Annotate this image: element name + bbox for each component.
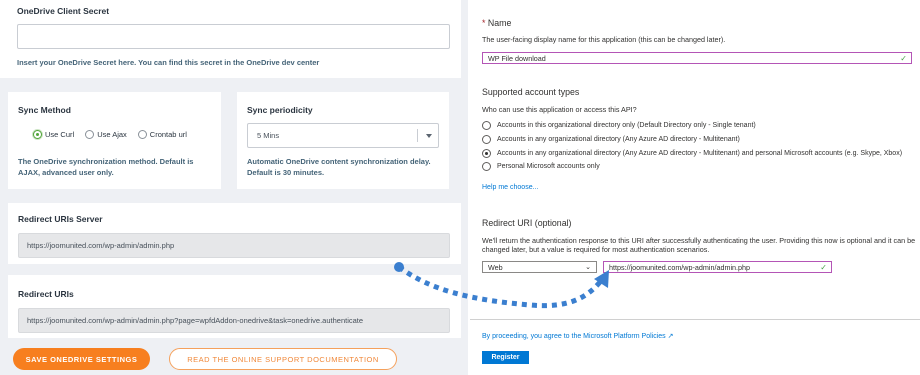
name-description: The user-facing display name for this ap… <box>482 35 726 44</box>
sync-method-option-crontab[interactable]: Crontab url <box>137 130 187 139</box>
sync-method-option-label: Use Ajax <box>97 130 127 139</box>
redirect-uri-heading: Redirect URI (optional) <box>482 218 572 228</box>
account-type-label: Personal Microsoft accounts only <box>497 163 600 170</box>
name-heading: * Name <box>482 18 511 28</box>
radio-empty-icon[interactable] <box>482 121 491 130</box>
sync-method-option-ajax[interactable]: Use Ajax <box>85 130 127 139</box>
platform-policies-text: By proceeding, you agree to the Microsof… <box>482 333 666 340</box>
sync-periodicity-select[interactable]: 5 Mins <box>247 123 439 148</box>
account-types-question: Who can use this application or access t… <box>482 105 637 114</box>
account-type-option-personal-only[interactable]: Personal Microsoft accounts only <box>482 162 600 171</box>
redirect-server-label: Redirect URIs Server <box>18 214 103 224</box>
name-label: Name <box>487 18 512 28</box>
required-mark: * <box>482 18 486 28</box>
plugin-settings-panel: OneDrive Client Secret Insert your OneDr… <box>0 0 468 375</box>
sync-periodicity-hint-line1: Automatic OneDrive content synchronizati… <box>247 157 431 166</box>
account-type-label: Accounts in any organizational directory… <box>497 150 903 157</box>
account-type-label: Accounts in this organizational director… <box>497 122 756 129</box>
sync-method-hint-line1: The OneDrive synchronization method. Def… <box>18 157 194 166</box>
redirect-uri-input[interactable]: https://joomunited.com/wp-admin/admin.ph… <box>603 261 832 273</box>
radio-selected-icon[interactable] <box>482 149 491 158</box>
check-icon: ✓ <box>820 263 827 272</box>
account-type-option-multitenant-personal[interactable]: Accounts in any organizational directory… <box>482 149 902 158</box>
sync-method-hint-line2: AJAX, advanced user only. <box>18 168 114 177</box>
external-link-icon: ↗ <box>667 333 674 340</box>
sync-periodicity-label: Sync periodicity <box>247 105 313 115</box>
azure-app-registration-panel: * Name The user-facing display name for … <box>470 0 920 375</box>
sync-method-option-label: Crontab url <box>149 130 187 139</box>
radio-empty-icon[interactable] <box>137 130 147 139</box>
sync-method-option-label: Use Curl <box>45 130 75 139</box>
redirect-uris-card: Redirect URIs https://joomunited.com/wp-… <box>8 275 461 338</box>
radio-selected-icon[interactable] <box>33 130 42 139</box>
sync-periodicity-card: Sync periodicity 5 Mins Automatic OneDri… <box>237 92 449 189</box>
client-secret-label: OneDrive Client Secret <box>17 6 110 16</box>
radio-empty-icon[interactable] <box>482 135 491 144</box>
sync-periodicity-hint-line2: Default is 30 minutes. <box>247 168 325 177</box>
client-secret-input[interactable] <box>17 24 450 49</box>
account-type-label: Accounts in any organizational directory… <box>497 136 740 143</box>
radio-empty-icon[interactable] <box>85 130 95 139</box>
platform-value: Web <box>488 262 503 272</box>
chevron-down-icon[interactable] <box>426 134 432 138</box>
chevron-down-icon[interactable]: ⌄ <box>585 263 591 271</box>
sync-periodicity-value: 5 Mins <box>257 131 280 140</box>
redirect-uri-description-line1: We'll return the authentication response… <box>482 236 916 245</box>
redirect-uris-label: Redirect URIs <box>18 289 74 299</box>
platform-select[interactable]: Web ⌄ <box>482 261 597 273</box>
redirect-uri-description-line2: changed later, but a value is required f… <box>482 245 710 254</box>
register-button[interactable]: Register <box>482 351 529 364</box>
redirect-uris-field[interactable]: https://joomunited.com/wp-admin/admin.ph… <box>18 308 450 333</box>
redirect-server-field[interactable]: https://joomunited.com/wp-admin/admin.ph… <box>18 233 450 258</box>
sync-method-option-curl[interactable]: Use Curl <box>33 130 74 139</box>
select-divider <box>417 129 418 142</box>
sync-method-radio-group: Use Curl Use Ajax Crontab url <box>33 130 187 139</box>
platform-policies-link[interactable]: By proceeding, you agree to the Microsof… <box>482 332 673 340</box>
sync-method-label: Sync Method <box>18 105 71 115</box>
client-secret-hint: Insert your OneDrive Secret here. You ca… <box>17 58 320 67</box>
redirect-uri-value: https://joomunited.com/wp-admin/admin.ph… <box>609 262 751 272</box>
account-type-option-single-tenant[interactable]: Accounts in this organizational director… <box>482 121 756 130</box>
support-docs-button[interactable]: READ THE ONLINE SUPPORT DOCUMENTATION <box>169 348 397 370</box>
sync-method-card: Sync Method Use Curl Use Ajax Crontab ur… <box>8 92 221 189</box>
account-type-option-multitenant[interactable]: Accounts in any organizational directory… <box>482 135 740 144</box>
account-types-heading: Supported account types <box>482 87 580 97</box>
app-name-value: WP File download <box>488 53 546 63</box>
app-name-input[interactable]: WP File download ✓ <box>482 52 912 64</box>
check-icon: ✓ <box>900 54 907 63</box>
redirect-server-card: Redirect URIs Server https://joomunited.… <box>8 203 461 264</box>
radio-empty-icon[interactable] <box>482 162 491 171</box>
save-settings-button[interactable]: SAVE ONEDRIVE SETTINGS <box>13 348 150 370</box>
help-me-choose-link[interactable]: Help me choose... <box>482 184 538 191</box>
client-secret-card: OneDrive Client Secret Insert your OneDr… <box>0 0 461 78</box>
section-divider <box>470 319 920 320</box>
